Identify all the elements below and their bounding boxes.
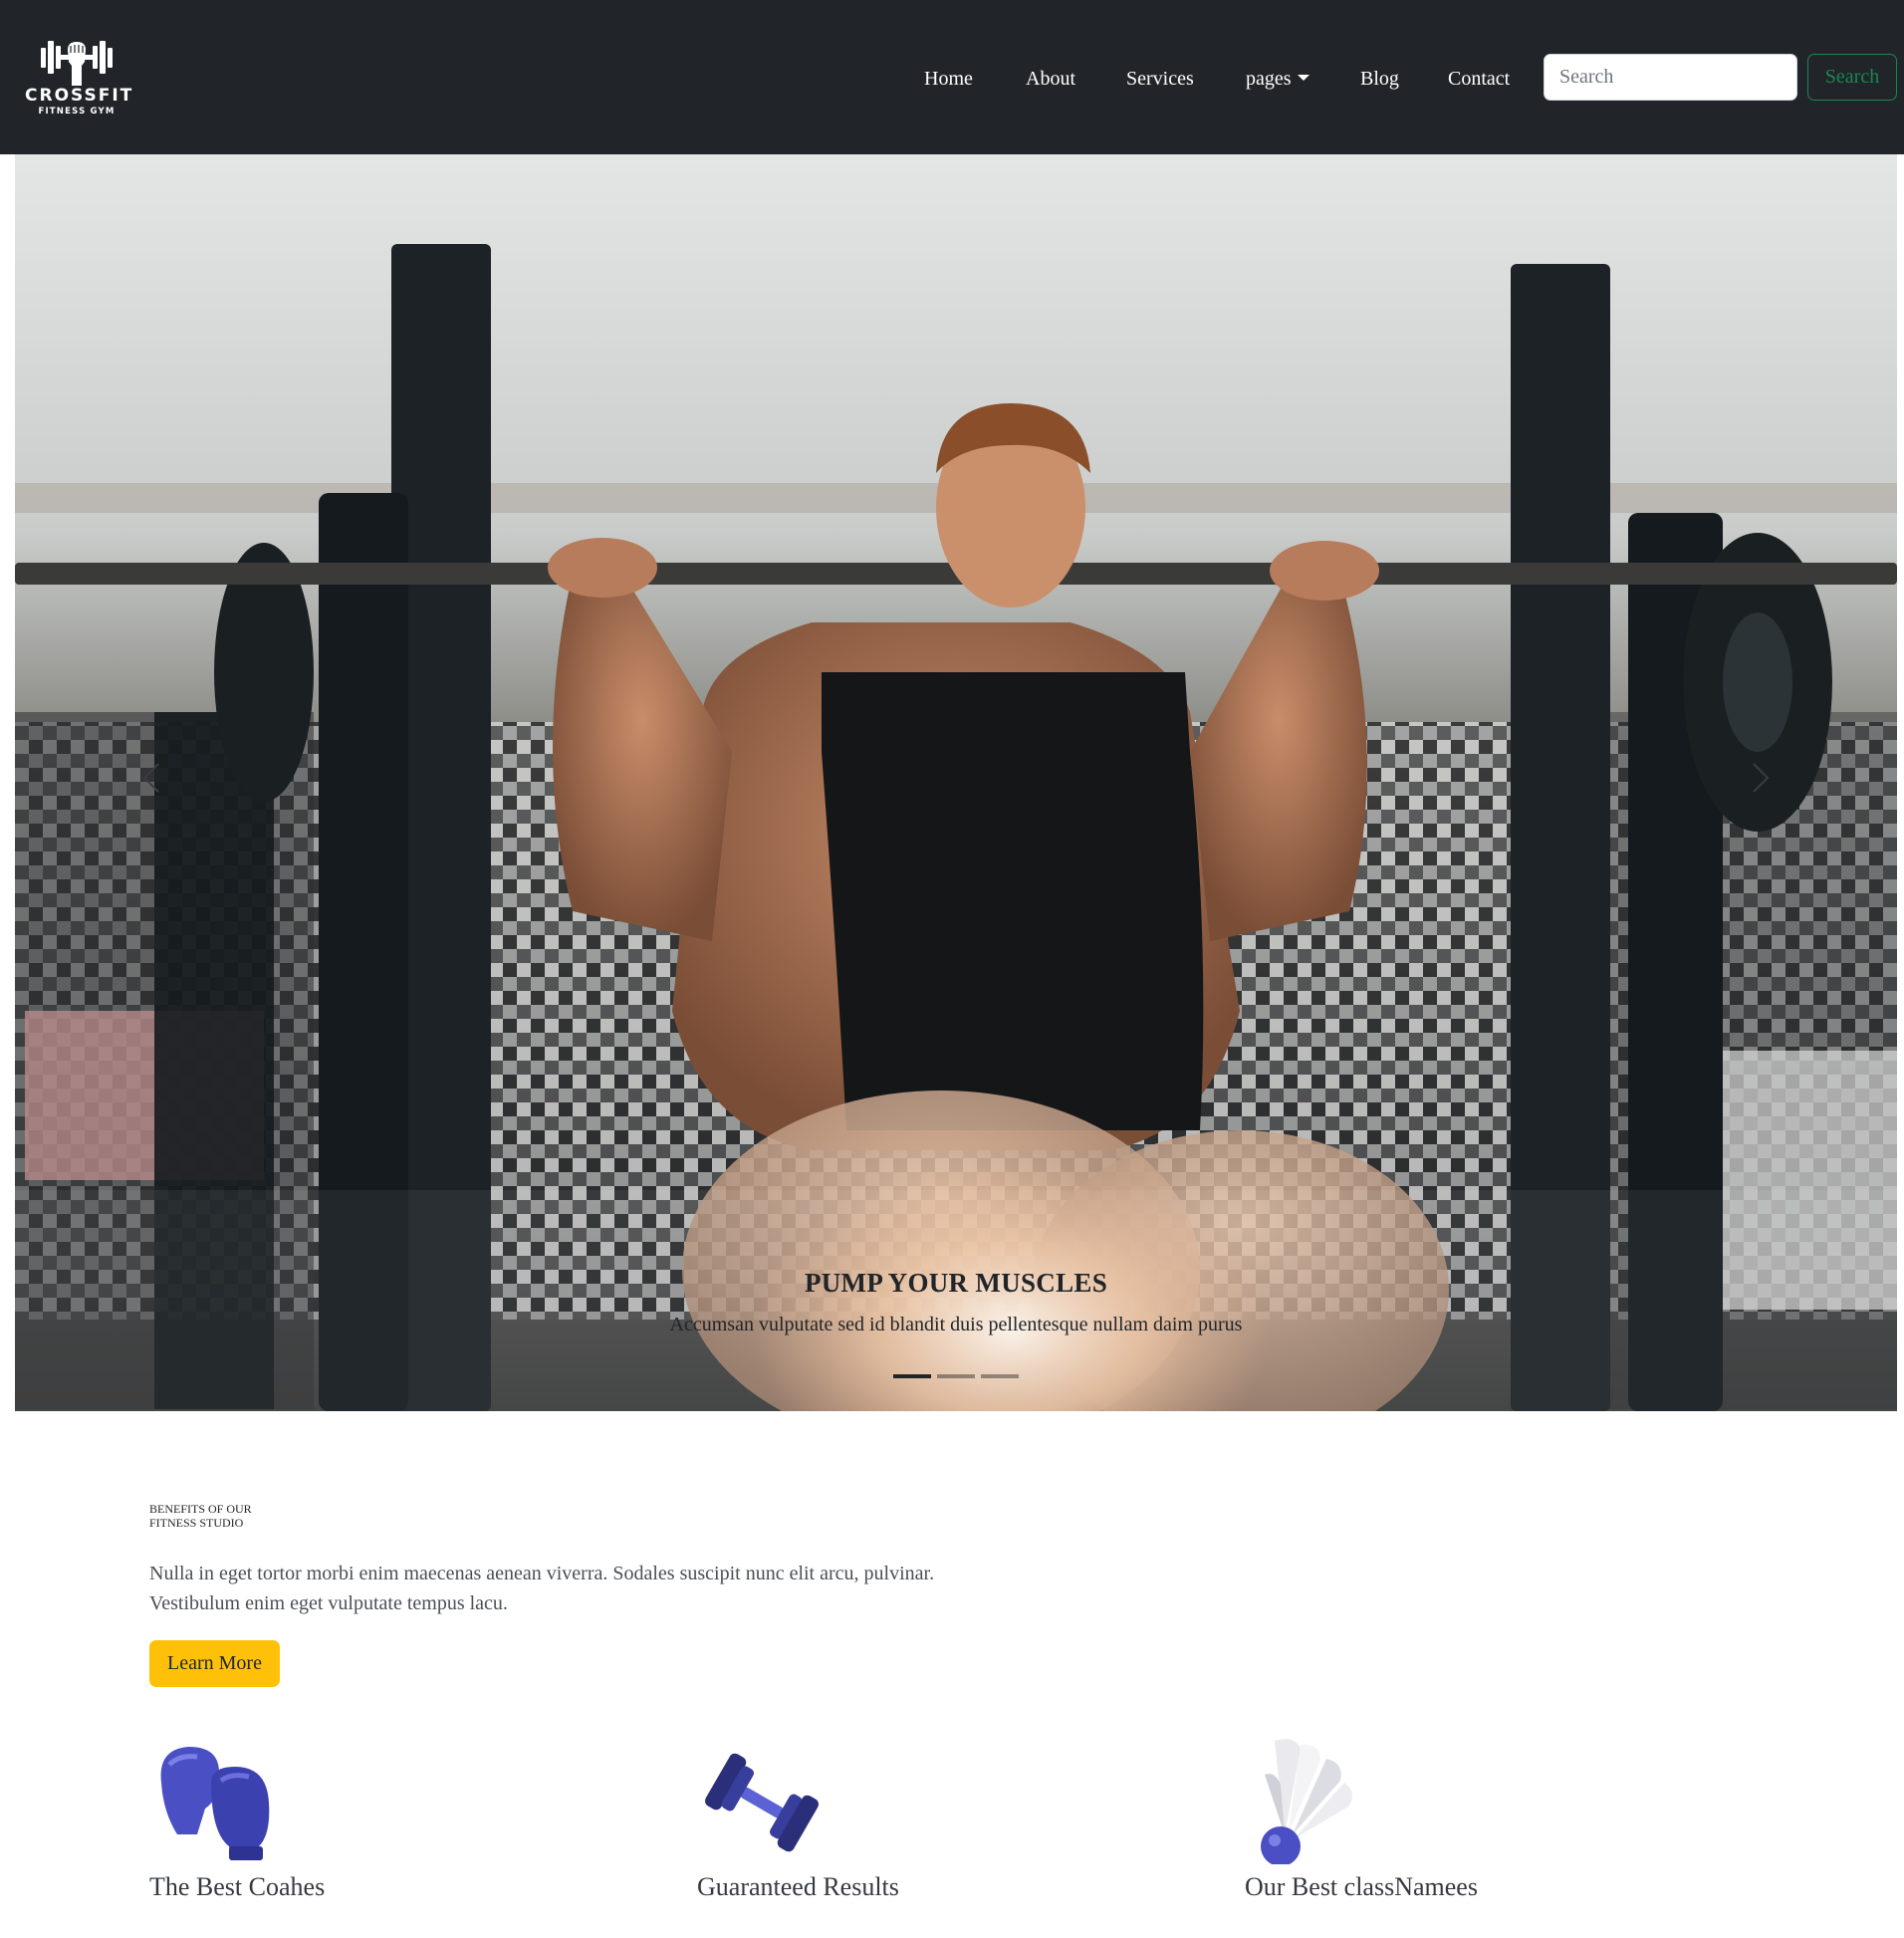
- nav-pages-label: pages: [1246, 68, 1292, 90]
- carousel-indicators: [15, 1374, 1897, 1378]
- carousel-indicator-1[interactable]: [893, 1374, 931, 1378]
- nav-services[interactable]: Services: [1126, 62, 1194, 96]
- feature-title-coaches: The Best Coahes: [149, 1872, 326, 1901]
- brand-name: CROSSFIT: [25, 86, 134, 106]
- benefits-label: BENEFITS OF OUR FITNESS STUDIO: [149, 1502, 349, 1530]
- hero-image: [15, 154, 1897, 1411]
- learn-more-button[interactable]: Learn More: [149, 1640, 280, 1687]
- carousel-indicator-3[interactable]: [981, 1374, 1019, 1378]
- benefits-label-line2: FITNESS STUDIO: [149, 1516, 244, 1530]
- nav-about[interactable]: About: [1026, 62, 1075, 96]
- benefits-label-line1: BENEFITS OF OUR: [149, 1502, 252, 1516]
- nav-blog[interactable]: Blog: [1360, 62, 1399, 96]
- dumbbell-fist-icon: [41, 41, 113, 86]
- boxing-gloves-icon: [160, 1747, 270, 1860]
- nav-pages-dropdown[interactable]: pages: [1246, 62, 1309, 96]
- nav-contact[interactable]: Contact: [1448, 62, 1510, 96]
- carousel-prev-button[interactable]: [15, 154, 294, 1411]
- feature-card-classes: Our Best classNamees: [1245, 1739, 1643, 1932]
- chevron-right-icon: [1753, 763, 1770, 793]
- dumbbell-icon: [705, 1753, 819, 1852]
- hero-subtitle: Accumsan vulputate sed id blandit duis p…: [669, 1314, 1243, 1335]
- feature-card-results: Guaranteed Results: [697, 1743, 1095, 1932]
- search-button[interactable]: Search: [1807, 54, 1897, 101]
- chevron-left-icon: [142, 763, 159, 793]
- brand-tagline: FITNESS GYM: [38, 107, 116, 117]
- search-input[interactable]: [1544, 54, 1797, 101]
- navbar: CROSSFIT FITNESS GYM Home About Services…: [0, 0, 1904, 154]
- hero-title: PUMP YOUR MUSCLES: [804, 1268, 1108, 1298]
- shuttlecock-icon: [1261, 1739, 1353, 1864]
- feature-card-coaches: The Best Coahes: [149, 1743, 548, 1932]
- feature-title-classes: Our Best classNamees: [1245, 1872, 1478, 1901]
- brand-logo[interactable]: CROSSFIT FITNESS GYM: [25, 36, 134, 120]
- carousel-next-button[interactable]: [1618, 154, 1897, 1411]
- feature-title-results: Guaranteed Results: [697, 1872, 899, 1901]
- nav-home[interactable]: Home: [924, 62, 973, 96]
- carousel-indicator-2[interactable]: [937, 1374, 975, 1378]
- chevron-down-icon: [1297, 75, 1309, 81]
- benefits-description: Nulla in eget tortor morbi enim maecenas…: [149, 1563, 935, 1614]
- hero-carousel: PUMP YOUR MUSCLES Accumsan vulputate sed…: [15, 154, 1897, 1411]
